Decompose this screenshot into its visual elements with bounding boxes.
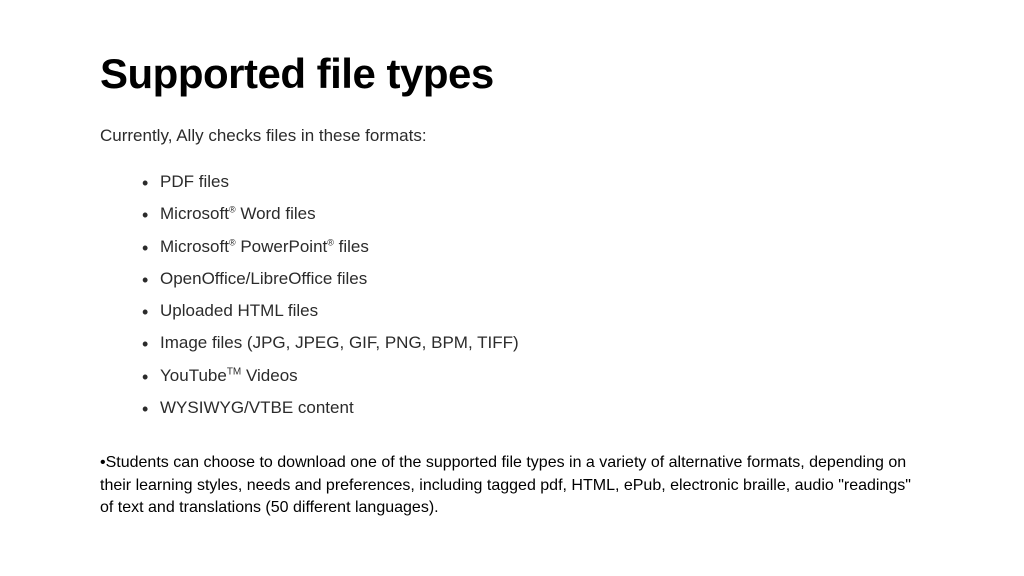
file-type-list: PDF files Microsoft® Word files Microsof…	[100, 166, 924, 424]
list-item-text: Microsoft® PowerPoint® files	[160, 237, 369, 256]
page-title: Supported file types	[100, 50, 924, 98]
list-item: WYSIWYG/VTBE content	[160, 392, 924, 424]
intro-text: Currently, Ally checks files in these fo…	[100, 126, 924, 146]
list-item-text: Microsoft® Word files	[160, 204, 316, 223]
list-item: Image files (JPG, JPEG, GIF, PNG, BPM, T…	[160, 327, 924, 359]
list-item: Microsoft® PowerPoint® files	[160, 231, 924, 263]
list-item-text: YouTubeTM Videos	[160, 366, 298, 385]
list-item: Uploaded HTML files	[160, 295, 924, 327]
list-item: OpenOffice/LibreOffice files	[160, 263, 924, 295]
list-item: YouTubeTM Videos	[160, 360, 924, 392]
list-item: PDF files	[160, 166, 924, 198]
list-item: Microsoft® Word files	[160, 198, 924, 230]
note-text: •Students can choose to download one of …	[100, 452, 924, 519]
